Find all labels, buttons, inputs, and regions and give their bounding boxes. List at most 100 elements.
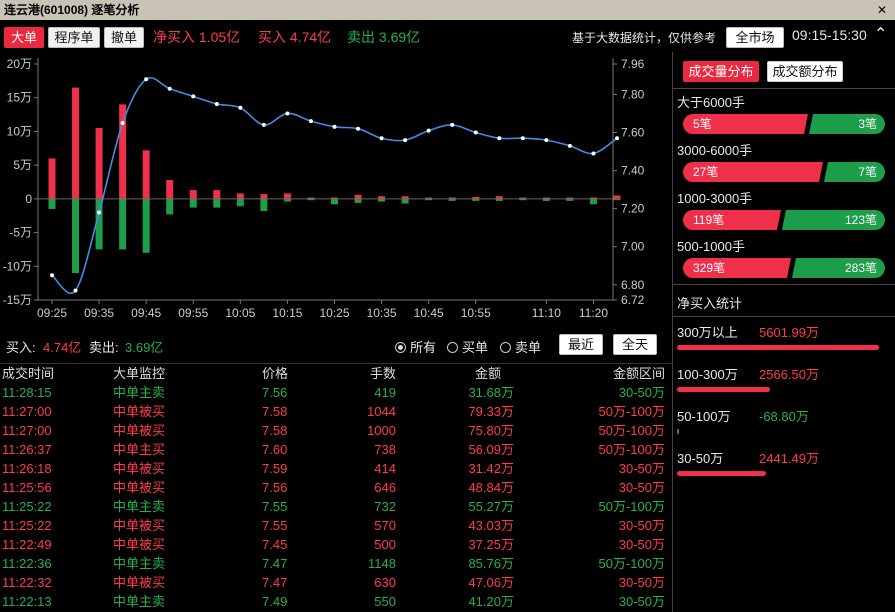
cell-range: 30-50万 [618, 537, 665, 552]
allday-button[interactable]: 全天 [613, 334, 657, 355]
buy-bar [542, 197, 550, 199]
header-range: 金额区间 [612, 366, 665, 381]
buy-bar [354, 194, 362, 199]
table-row[interactable]: 11:22:13 中单主卖 7.49 550 41.20万 30-50万 [0, 592, 672, 611]
sell-bar [472, 198, 480, 201]
cell-range: 30-50万 [618, 518, 665, 533]
summary-buy-value: 4.74亿 [43, 340, 82, 355]
table-row[interactable]: 11:22:32 中单被买 7.47 630 47.06万 30-50万 [0, 573, 672, 592]
recent-button[interactable]: 最近 [559, 334, 603, 355]
buy-bar [213, 190, 221, 199]
x-tick-label: 09:25 [37, 306, 67, 320]
price-point [473, 130, 478, 135]
right-panel: 成交量分布 成交额分布 大于6000手 5笔 3笔 3000-6000手 27笔 7笔 10… [673, 52, 895, 612]
divider [673, 88, 895, 89]
sell-count-bar: 283笔 [792, 258, 885, 278]
sell-bar [425, 198, 433, 201]
distribution-label: 1000-3000手 [677, 191, 753, 206]
tab-program-order[interactable]: 程序单 [48, 27, 100, 48]
cell-time: 11:28:15 [2, 385, 52, 400]
net-buy-text: 净买入 1.05亿 [153, 29, 241, 45]
sell-bar [566, 198, 574, 201]
x-tick-label: 10:45 [414, 306, 444, 320]
filter-all[interactable]: 所有 [395, 337, 436, 356]
buy-bar [331, 197, 338, 199]
cell-type: 中单主卖 [113, 556, 166, 571]
x-tick-label: 10:15 [272, 306, 302, 320]
cell-lots: 570 [374, 518, 396, 533]
cell-price: 7.47 [262, 556, 288, 571]
filter-buy[interactable]: 买单 [447, 337, 488, 356]
price-point [73, 288, 78, 293]
sell-bar [519, 198, 527, 201]
cell-lots: 550 [374, 594, 396, 609]
distribution-label: 3000-6000手 [677, 143, 753, 158]
table-row[interactable]: 11:26:18 中单被买 7.59 414 31.42万 30-50万 [0, 459, 672, 478]
x-tick-label: 10:25 [319, 306, 349, 320]
net-stat-label: 30-50万 [677, 451, 724, 466]
cell-lots: 1000 [367, 423, 396, 438]
table-row[interactable]: 11:27:00 中单被买 7.58 1044 79.33万 50万-100万 [0, 402, 672, 421]
table-row[interactable]: 11:26:37 中单主买 7.60 738 56.09万 50万-100万 [0, 440, 672, 459]
table-row[interactable]: 11:25:22 中单被买 7.55 570 43.03万 30-50万 [0, 516, 672, 535]
market-button[interactable]: 全市场 [726, 27, 784, 48]
tab-amount-distribution[interactable]: 成交额分布 [767, 61, 843, 82]
cell-price: 7.49 [262, 594, 288, 609]
tab-cancel-order[interactable]: 撤单 [104, 27, 144, 48]
cell-amount: 37.25万 [468, 537, 514, 552]
price-point [497, 136, 502, 141]
buy-bar [401, 196, 409, 199]
buy-bar [48, 158, 56, 199]
divider [673, 316, 895, 317]
tab-volume-distribution[interactable]: 成交量分布 [683, 61, 759, 82]
cell-price: 7.55 [262, 518, 288, 533]
cell-lots: 1044 [367, 404, 396, 419]
left-tick-label: -10万 [3, 259, 32, 273]
filter-sell[interactable]: 卖单 [500, 337, 541, 356]
table-row[interactable]: 11:25:22 中单主卖 7.55 732 55.27万 50万-100万 [0, 497, 672, 516]
net-stat-label: 100-300万 [677, 367, 738, 382]
summary-bar: 买入: 4.74亿 卖出: 3.69亿 所有 买单 卖单 最近 全天 [0, 332, 672, 360]
summary-sell-value: 3.69亿 [125, 340, 164, 355]
price-point [426, 128, 431, 133]
cell-type: 中单被买 [113, 575, 166, 590]
cell-time: 11:25:22 [2, 518, 52, 533]
net-stat-bar [677, 429, 679, 434]
cell-range: 30-50万 [618, 385, 665, 400]
price-point [379, 136, 384, 141]
cell-time: 11:22:13 [2, 594, 52, 609]
x-tick-label: 09:35 [84, 306, 114, 320]
cell-lots: 630 [374, 575, 396, 590]
toolbar: 大单 程序单 撤单 净买入 1.05亿 买入 4.74亿 卖出 3.69亿 基于… [0, 20, 895, 52]
table-row[interactable]: 11:25:56 中单被买 7.56 646 48.84万 30-50万 [0, 478, 672, 497]
table-row[interactable]: 11:22:36 中单主卖 7.47 1148 85.76万 50万-100万 [0, 554, 672, 573]
price-point [261, 122, 266, 127]
cell-price: 7.58 [262, 423, 288, 438]
table-row[interactable]: 11:28:15 中单主卖 7.56 419 31.68万 30-50万 [0, 383, 672, 402]
table-row[interactable]: 11:27:00 中单被买 7.58 1000 75.80万 50万-100万 [0, 421, 672, 440]
filter-all-label: 所有 [410, 340, 437, 355]
right-tick-label: 6.72 [621, 293, 645, 307]
sell-bar [307, 198, 315, 201]
price-point [615, 136, 619, 141]
close-icon[interactable]: ✕ [877, 0, 887, 20]
table-row[interactable]: 11:22:49 中单被买 7.45 500 37.25万 30-50万 [0, 535, 672, 554]
net-stat-value: 2441.49万 [759, 451, 819, 466]
buy-count-bar: 329笔 [683, 258, 791, 278]
cell-type: 中单主买 [113, 442, 166, 457]
x-tick-label: 10:35 [367, 306, 397, 320]
price-point [214, 101, 219, 106]
header-price: 价格 [262, 366, 289, 381]
cell-amount: 85.76万 [468, 556, 514, 571]
cell-price: 7.59 [262, 461, 288, 476]
collapse-chevron-icon[interactable]: ⌃ [874, 24, 887, 44]
left-tick-label: -5万 [9, 226, 32, 240]
sell-bar [189, 198, 197, 208]
header-amount: 金额 [474, 366, 501, 381]
tab-large-order[interactable]: 大单 [4, 27, 44, 48]
left-tick-label: -15万 [3, 293, 32, 307]
cell-lots: 500 [374, 537, 396, 552]
price-point [238, 105, 243, 110]
cell-amount: 43.03万 [468, 518, 514, 533]
buy-bar [519, 197, 527, 199]
